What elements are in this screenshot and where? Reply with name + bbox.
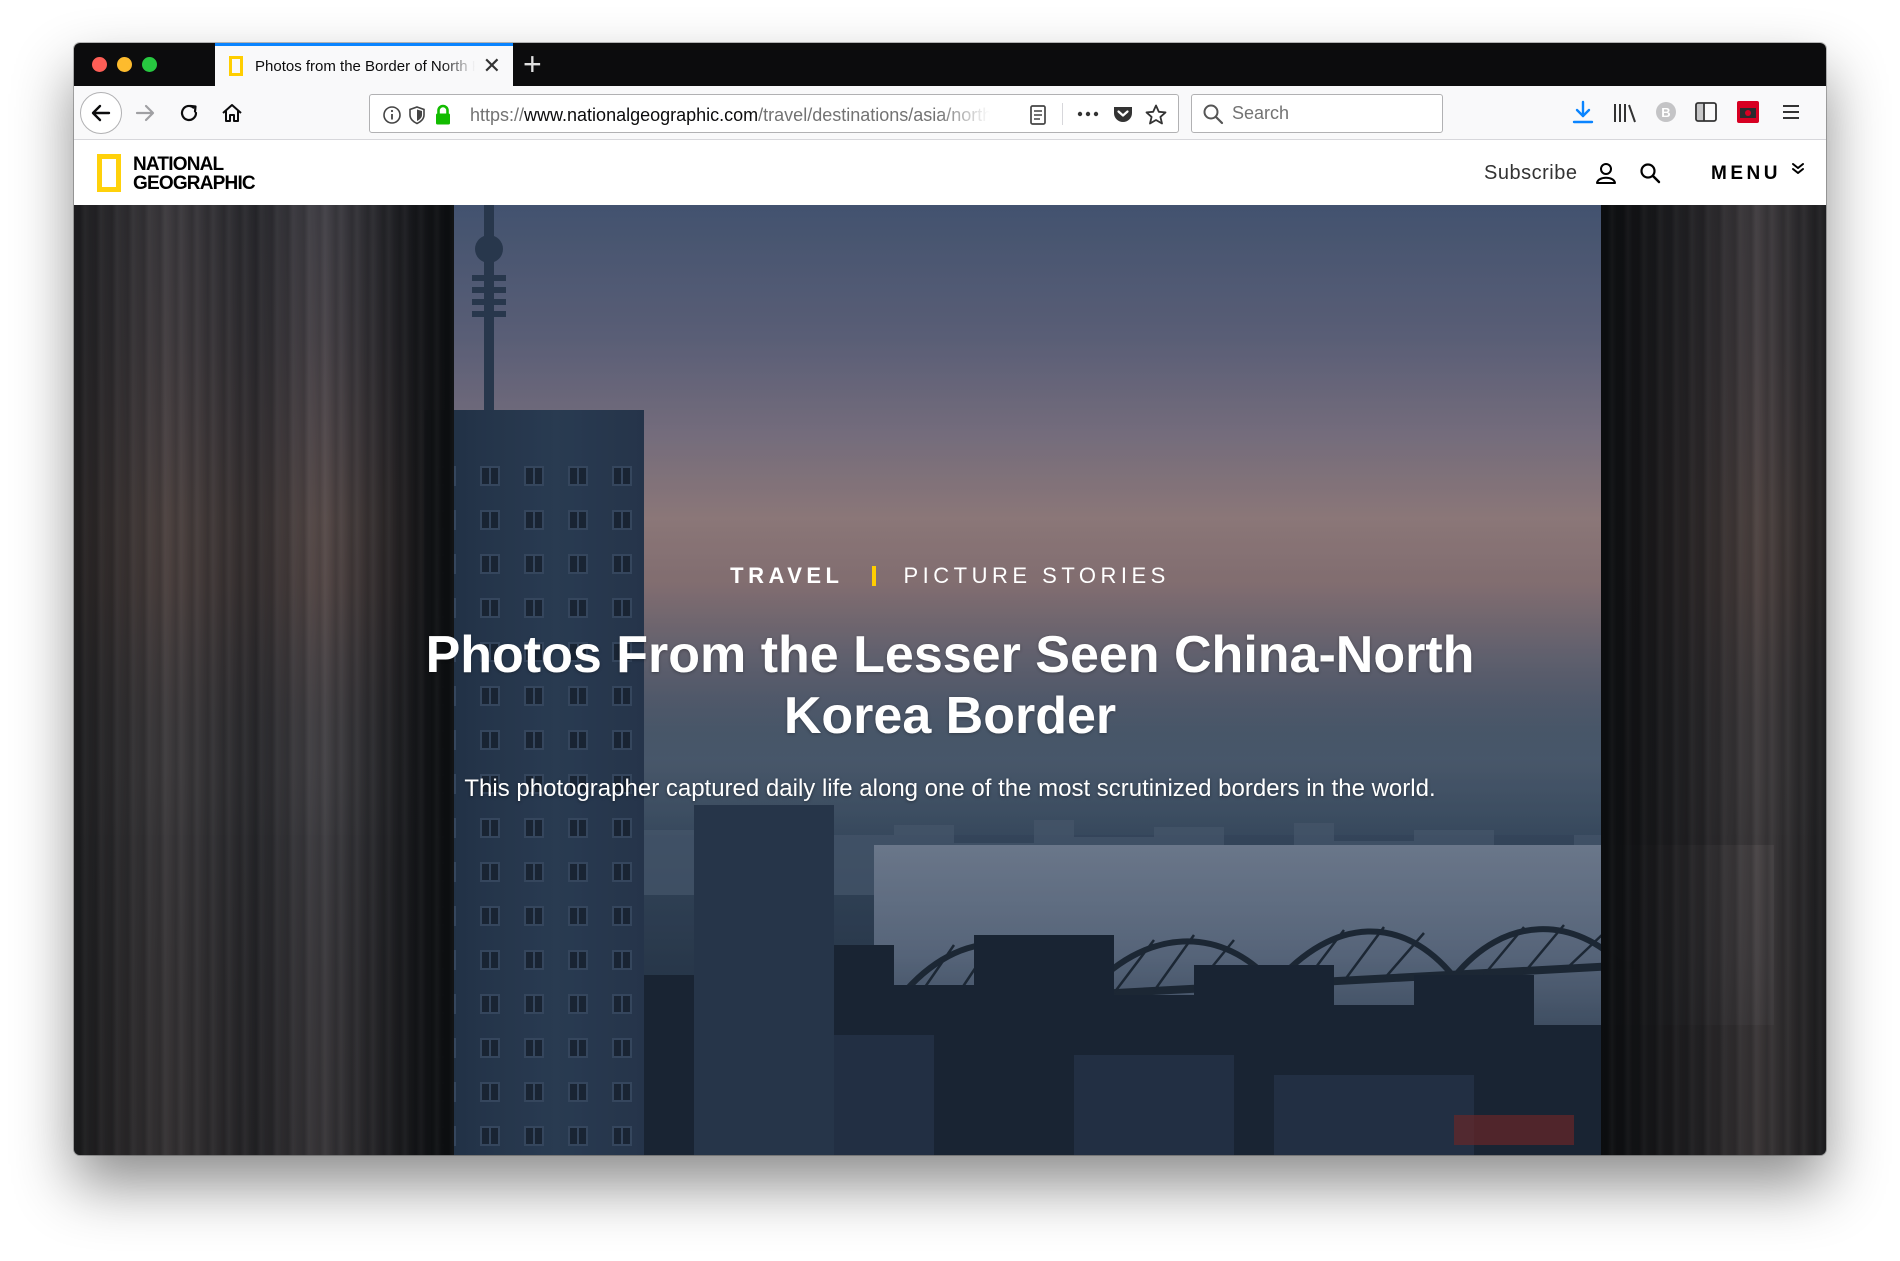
back-button[interactable]	[80, 92, 122, 134]
reload-icon	[180, 104, 198, 122]
subscribe-link[interactable]: Subscribe	[1484, 162, 1577, 185]
arrow-left-icon	[91, 104, 111, 122]
navigation-toolbar: https://www.nationalgeographic.com/trave…	[74, 86, 1826, 140]
article-kicker: TRAVEL PICTURE STORIES	[74, 563, 1826, 589]
sidebar-toggle-icon[interactable]	[1694, 101, 1718, 123]
search-input[interactable]	[1232, 103, 1432, 124]
screenshot-extension-icon[interactable]	[1736, 100, 1760, 124]
forward-button[interactable]	[132, 100, 158, 126]
url-path: /travel/destinations/asia/north-korea/	[758, 105, 990, 125]
kicker-subsection-link[interactable]: PICTURE STORIES	[904, 563, 1170, 589]
new-tab-button[interactable]: +	[523, 47, 542, 81]
tab-active[interactable]: Photos from the Border of North Korea ✕	[215, 43, 513, 86]
extension-b-icon[interactable]: B	[1654, 100, 1678, 124]
pocket-icon[interactable]	[1112, 104, 1134, 124]
arrow-right-icon	[135, 104, 155, 122]
url-scheme: https://	[470, 105, 525, 125]
kicker-divider	[871, 566, 876, 586]
reload-button[interactable]	[176, 100, 202, 126]
double-chevron-down-icon[interactable]	[1791, 162, 1805, 176]
tab-title: Photos from the Border of North Korea	[255, 57, 475, 75]
hamburger-menu-icon[interactable]	[1780, 102, 1802, 122]
library-icon[interactable]	[1612, 101, 1638, 125]
url-domain: www.nationalgeographic.com	[524, 105, 759, 125]
logo-wordmark: NATIONAL GEOGRAPHIC	[133, 154, 256, 194]
padlock-icon[interactable]	[434, 104, 452, 126]
logo-line-2: GEOGRAPHIC	[133, 173, 256, 194]
site-menu-button[interactable]: MENU	[1711, 163, 1781, 185]
site-search-icon[interactable]	[1639, 162, 1661, 184]
site-header: NATIONAL GEOGRAPHIC Subscribe MENU	[74, 140, 1826, 205]
close-window-button[interactable]	[92, 57, 107, 72]
minimize-window-button[interactable]	[117, 57, 132, 72]
home-button[interactable]	[219, 100, 245, 126]
page-actions-more-icon[interactable]	[1076, 107, 1100, 121]
natgeo-favicon-icon	[229, 56, 243, 76]
browser-window: Photos from the Border of North Korea ✕ …	[74, 43, 1826, 1155]
user-account-icon[interactable]	[1594, 161, 1618, 185]
home-icon	[222, 104, 242, 122]
info-icon[interactable]	[382, 105, 402, 125]
tab-strip: Photos from the Border of North Korea ✕ …	[74, 43, 1826, 86]
kicker-section-link[interactable]: TRAVEL	[730, 563, 843, 589]
search-icon	[1203, 104, 1224, 125]
logo-line-1: NATIONAL	[133, 154, 224, 175]
svg-text:B: B	[1661, 105, 1670, 120]
hero-text: TRAVEL PICTURE STORIES Photos From the L…	[74, 205, 1826, 1155]
tab-close-icon[interactable]: ✕	[483, 55, 501, 77]
download-icon[interactable]	[1571, 100, 1595, 126]
url-text: https://www.nationalgeographic.com/trave…	[470, 105, 990, 126]
logo-frame-icon	[97, 154, 121, 192]
url-bar[interactable]: https://www.nationalgeographic.com/trave…	[369, 94, 1179, 133]
url-divider	[1062, 103, 1063, 125]
hero-image: TRAVEL PICTURE STORIES Photos From the L…	[74, 205, 1826, 1155]
tracking-shield-icon[interactable]	[408, 105, 426, 125]
article-dek: This photographer captured daily life al…	[464, 775, 1436, 802]
bookmark-star-icon[interactable]	[1144, 103, 1168, 127]
reader-view-icon[interactable]	[1028, 104, 1048, 126]
search-bar[interactable]	[1191, 94, 1443, 133]
zoom-window-button[interactable]	[142, 57, 157, 72]
article-headline: Photos From the Lesser Seen China-North …	[425, 626, 1475, 745]
